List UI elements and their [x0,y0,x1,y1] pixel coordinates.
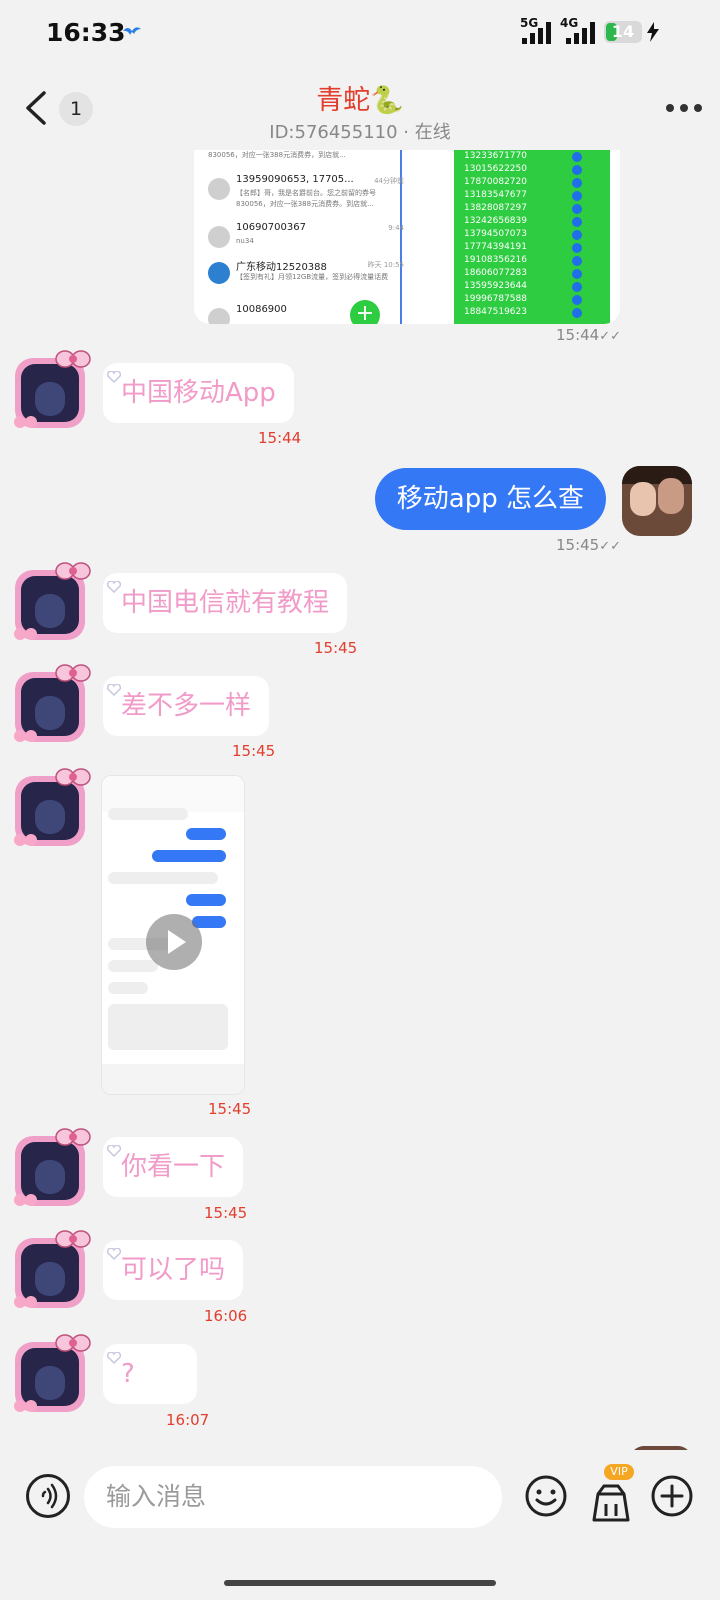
message-bubble[interactable]: 你看一下 [103,1137,244,1197]
chat-title[interactable]: 青蛇🐍 [0,78,720,117]
battery-level: 14 [611,22,635,41]
battery-indicator: 14 [604,21,642,43]
bow-icon [55,1334,91,1352]
message-bubble[interactable]: 差不多一样 [103,676,270,736]
flower-icon [14,628,37,640]
heart-icon [107,1145,121,1157]
bow-icon [55,664,91,682]
home-indicator[interactable] [224,1580,496,1586]
chat-subtitle: ID:576455110 · 在线 [269,122,451,143]
message-bubble[interactable]: ? [103,1344,197,1404]
bow-icon [55,350,91,368]
signal-5g-icon [522,22,551,44]
voice-icon[interactable] [26,1474,70,1518]
message-text: ? [121,1359,135,1389]
message-time: 15:45 [232,742,276,760]
my-avatar[interactable] [622,466,692,536]
double-check-icon: ✓✓ [599,329,622,344]
play-icon[interactable] [146,914,202,970]
flower-icon [14,1194,37,1206]
flower-icon [14,416,37,428]
bow-icon [55,768,91,786]
flower-icon [14,1296,37,1308]
message-time: 16:07 [166,1411,210,1429]
contact-avatar[interactable] [14,562,91,642]
contact-avatar[interactable] [14,350,91,430]
bird-notification-icon [123,27,141,35]
contact-avatar[interactable] [14,1334,91,1414]
message-text: 中国移动App [121,378,276,408]
flower-icon [14,1400,37,1412]
heart-icon [107,581,121,593]
sms-list-item: 广东移动12520388 昨天 10:55 【签到有礼】月领12GB流量，签到必… [208,256,404,296]
plus-icon[interactable] [650,1474,694,1518]
message-text: 移动app 怎么查 [396,484,584,514]
heart-icon [107,684,121,696]
emoji-icon[interactable] [524,1474,568,1518]
message-time: 15:45 [204,1204,248,1222]
message-time: 15:45✓✓ [556,536,622,554]
heart-icon [107,371,121,383]
double-check-icon: ✓✓ [599,539,622,554]
message-time: 16:06 [204,1307,248,1325]
message-time: 15:45 [208,1100,252,1118]
message-text: 差不多一样 [121,691,252,721]
contact-avatar[interactable] [14,1230,91,1310]
phone-number-list: 13233671770 13015622250 17870082720 1318… [454,150,610,324]
message-time: 15:44✓✓ [556,326,622,344]
message-input[interactable]: 输入消息 [84,1466,502,1528]
contact-avatar[interactable] [14,768,91,848]
vip-badge: VIP [604,1464,634,1480]
flower-icon [14,730,37,742]
heart-icon [107,1352,121,1364]
message-bubble[interactable]: 中国电信就有教程 [103,573,348,633]
message-bubble[interactable]: 可以了吗 [103,1240,244,1300]
message-text: 可以了吗 [121,1255,226,1285]
contact-avatar[interactable] [14,664,91,744]
message-time: 15:44 [258,429,302,447]
contact-avatar[interactable] [14,1128,91,1208]
sms-preview-partial: 830056，对应一张388元消费券，到店就... [208,151,346,159]
video-message-thumbnail[interactable] [101,775,245,1095]
plus-fab-icon: + [350,300,380,324]
chat-header: 1 青蛇🐍 ID:576455110 · 在线 [0,66,720,150]
sms-list-item: 10690700367 9:44 nu34 [208,220,404,260]
image-message-screenshot[interactable]: 830056，对应一张388元消费券，到店就... 13959090653, 1… [194,150,620,324]
more-horizontal-icon[interactable] [666,104,702,114]
message-bubble[interactable]: 中国移动App [103,363,294,423]
signal-4g-icon [566,22,595,44]
message-list[interactable]: 830056，对应一张388元消费券，到店就... 13959090653, 1… [0,150,720,1480]
heart-icon [107,1248,121,1260]
message-bubble-outgoing[interactable]: 移动app 怎么查 [374,468,606,530]
sms-list-item: 13959090653, 17705... 44分钟前 【名郎】哥，我是名爵前台… [208,172,404,212]
message-text: 你看一下 [121,1152,226,1182]
charging-icon [647,22,659,42]
bow-icon [55,562,91,580]
flower-icon [14,834,37,846]
status-time: 16:33 [46,18,126,47]
message-text: 中国电信就有教程 [121,588,330,618]
bow-icon [55,1128,91,1146]
status-bar: 16:33 5G 4G 14 [0,0,720,66]
message-time: 15:45 [314,639,358,657]
bow-icon [55,1230,91,1248]
input-bar: 输入消息 VIP [0,1450,720,1550]
